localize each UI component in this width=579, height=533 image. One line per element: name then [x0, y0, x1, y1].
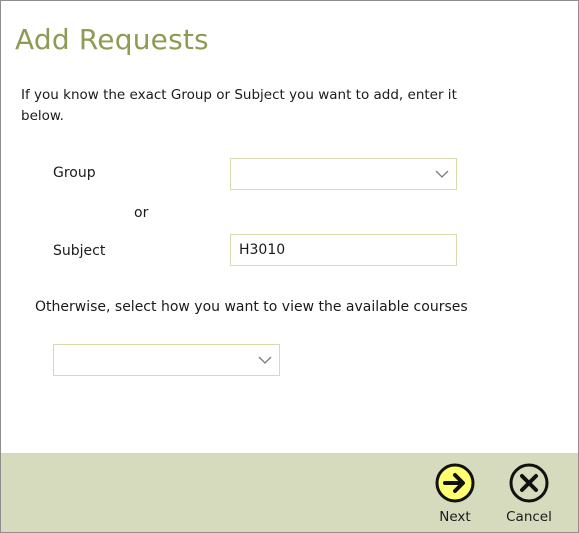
- page-title: Add Requests: [15, 23, 209, 56]
- subject-label: Subject: [53, 243, 106, 259]
- group-select[interactable]: [230, 158, 457, 190]
- view-courses-select[interactable]: [53, 344, 280, 376]
- otherwise-text: Otherwise, select how you want to view t…: [35, 299, 468, 315]
- next-label: Next: [439, 509, 471, 525]
- cancel-label: Cancel: [506, 509, 552, 525]
- close-circle-icon: [509, 463, 549, 503]
- intro-text: If you know the exact Group or Subject y…: [21, 87, 457, 124]
- subject-field[interactable]: [230, 234, 457, 266]
- group-label: Group: [53, 165, 96, 181]
- subject-input[interactable]: [231, 235, 456, 265]
- add-requests-dialog: Add Requests If you know the exact Group…: [0, 0, 579, 533]
- footer-bar: Next Cancel: [1, 453, 578, 532]
- chevron-down-icon: [258, 356, 272, 364]
- arrow-right-circle-icon: [435, 463, 475, 503]
- or-label: or: [134, 205, 149, 221]
- cancel-button[interactable]: Cancel: [499, 463, 559, 529]
- next-button[interactable]: Next: [425, 463, 485, 529]
- chevron-down-icon: [435, 170, 449, 178]
